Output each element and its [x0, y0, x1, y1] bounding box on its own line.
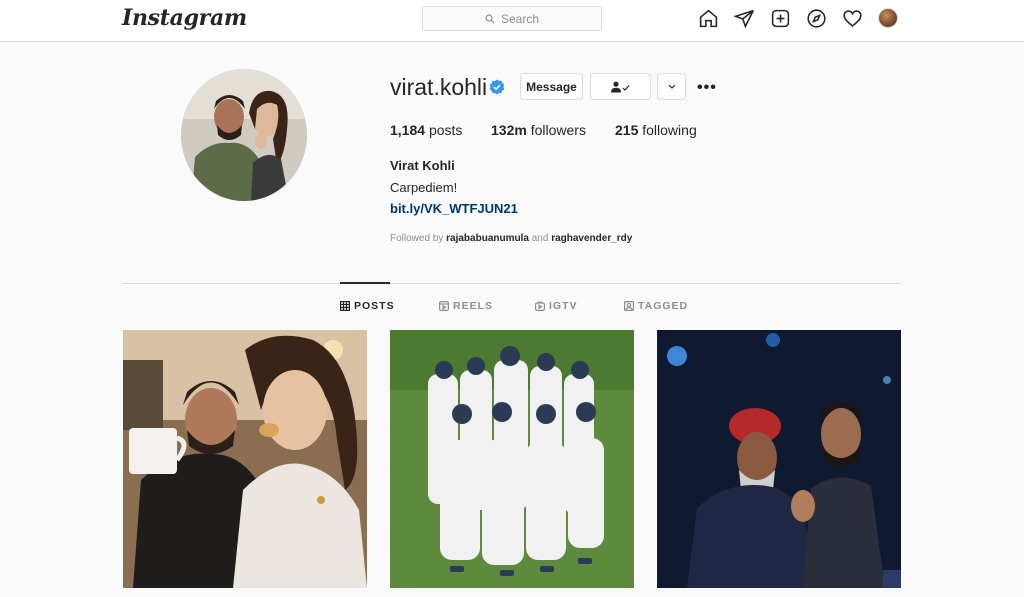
- search-input[interactable]: Search: [422, 6, 602, 31]
- profile-bio: Carpediem!: [390, 180, 458, 195]
- nav-icons: [697, 7, 899, 29]
- tab-igtv-label: IGTV: [549, 300, 578, 312]
- instagram-logo[interactable]: Instagram: [122, 5, 247, 31]
- more-options-icon[interactable]: •••: [697, 79, 717, 97]
- profile-picture[interactable]: [181, 69, 307, 201]
- top-navigation-bar: Instagram Search: [0, 0, 1024, 42]
- following-button[interactable]: [590, 73, 651, 100]
- post-image-team-huddle: [390, 330, 634, 588]
- grid-icon: [340, 301, 350, 311]
- followers-count: 132m: [491, 122, 527, 138]
- post-image-greeting-legend: [657, 330, 901, 588]
- verified-badge-icon: [489, 79, 505, 95]
- igtv-icon: [535, 301, 545, 311]
- tab-reels[interactable]: REELS: [439, 300, 493, 312]
- chevron-down-icon: [668, 84, 675, 89]
- tab-tagged-label: TAGGED: [638, 300, 689, 312]
- following-count: 215: [615, 122, 639, 138]
- followed-by-and: and: [531, 233, 549, 244]
- explore-icon[interactable]: [805, 7, 827, 29]
- post-thumbnail[interactable]: [123, 330, 367, 588]
- home-icon[interactable]: [697, 7, 719, 29]
- direct-icon[interactable]: [733, 7, 755, 29]
- followed-by-text[interactable]: Followed by rajababuanumula and raghaven…: [390, 233, 632, 244]
- profile-username: virat.kohli: [390, 74, 488, 100]
- posts-count: 1,184: [390, 122, 426, 138]
- suggested-dropdown-button[interactable]: [657, 73, 686, 100]
- tab-posts-label: POSTS: [354, 300, 395, 312]
- followers-label: followers: [530, 122, 586, 138]
- followed-by-user-1: rajababuanumula: [446, 233, 529, 244]
- following-stat[interactable]: 215 following: [615, 122, 697, 138]
- posts-stat: 1,184 posts: [390, 122, 491, 138]
- tab-reels-label: REELS: [453, 300, 494, 312]
- post-image-couple-cafe: [123, 330, 367, 588]
- activity-heart-icon[interactable]: [841, 7, 863, 29]
- profile-link[interactable]: bit.ly/VK_WTFJUN21: [390, 201, 518, 216]
- message-button[interactable]: Message: [520, 73, 583, 100]
- following-label: following: [642, 122, 697, 138]
- profile-avatar[interactable]: [877, 7, 899, 29]
- followed-by-prefix: Followed by: [390, 233, 444, 244]
- tab-igtv[interactable]: IGTV: [535, 300, 578, 312]
- tab-posts[interactable]: POSTS: [340, 300, 395, 312]
- active-tab-indicator: [340, 282, 390, 284]
- post-thumbnail[interactable]: [390, 330, 634, 588]
- search-icon: [485, 13, 495, 23]
- tabs-divider: [122, 283, 901, 284]
- person-check-icon: [610, 81, 629, 92]
- reels-icon: [439, 301, 449, 311]
- search-placeholder: Search: [500, 11, 540, 26]
- tagged-icon: [624, 301, 634, 311]
- posts-label: posts: [428, 122, 463, 138]
- tab-tagged[interactable]: TAGGED: [624, 300, 688, 312]
- profile-stats: 1,184 posts 132m followers 215 following: [390, 122, 697, 138]
- followers-stat[interactable]: 132m followers: [491, 122, 615, 138]
- profile-full-name: Virat Kohli: [390, 158, 455, 173]
- followed-by-user-2: raghavender_rdy: [551, 233, 633, 244]
- new-post-icon[interactable]: [769, 7, 791, 29]
- post-thumbnail[interactable]: [657, 330, 901, 588]
